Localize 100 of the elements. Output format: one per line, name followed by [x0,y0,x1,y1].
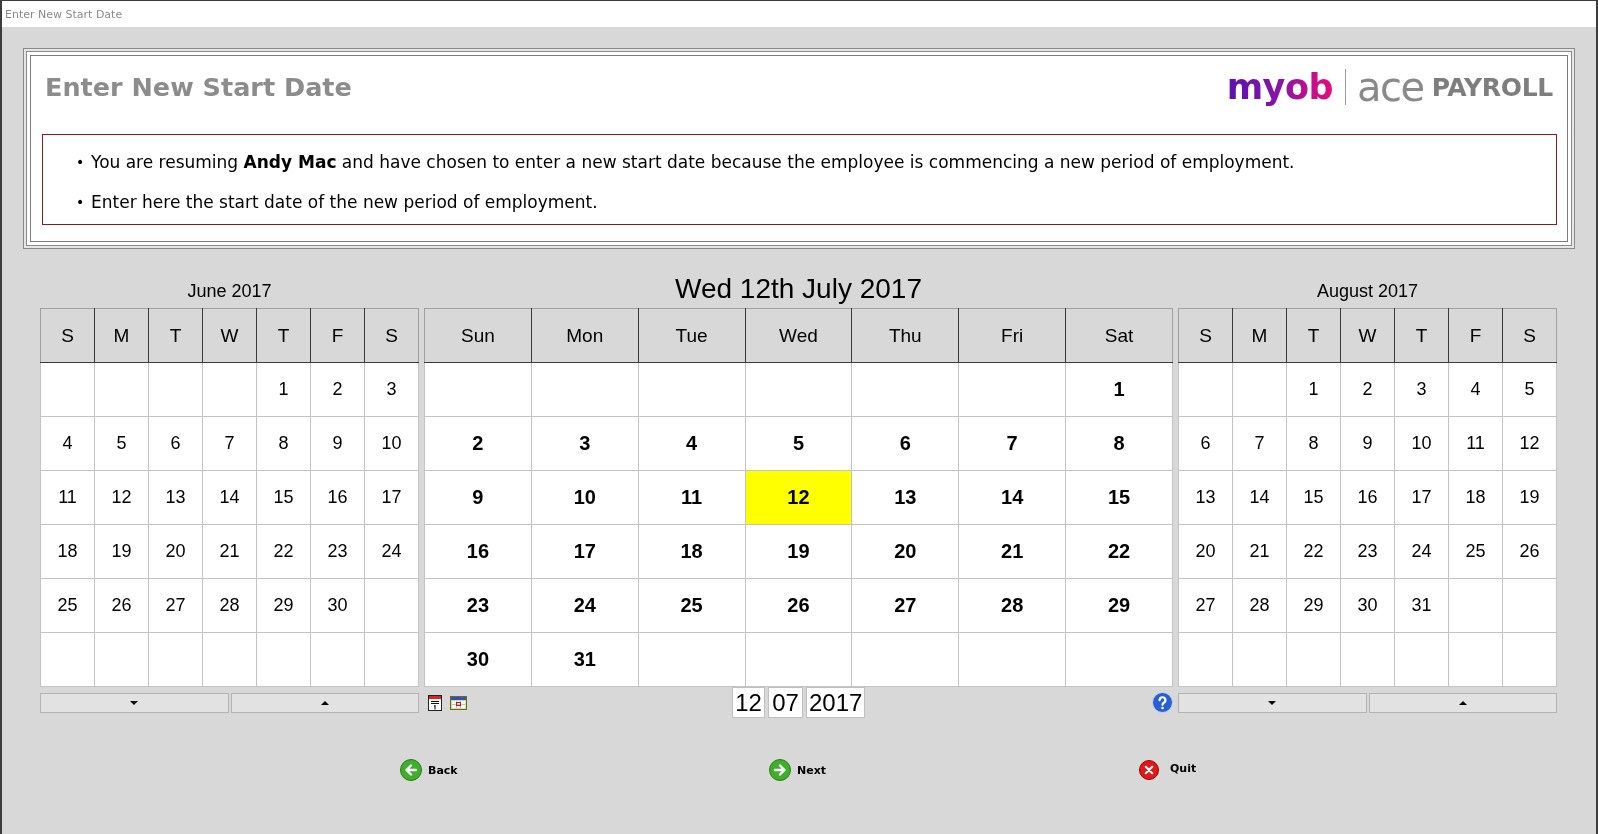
day-cell[interactable]: 28 [958,578,1066,633]
day-cell[interactable]: 25 [638,578,746,633]
month-field[interactable]: 07 [768,687,803,718]
day-cell[interactable]: 15 [1065,470,1173,525]
previous-month-button[interactable] [1178,693,1367,713]
day-cell[interactable]: 30 [1340,578,1395,633]
day-cell[interactable]: 6 [851,416,959,471]
day-cell[interactable]: 19 [94,524,149,579]
day-cell[interactable]: 22 [1286,524,1341,579]
day-cell[interactable]: 4 [1448,362,1503,417]
day-cell[interactable]: 23 [424,578,532,633]
back-button[interactable]: Back [400,758,458,782]
next-month-button[interactable] [1368,693,1557,713]
quit-button[interactable]: Quit [1139,758,1197,782]
day-cell[interactable]: 15 [256,470,311,525]
day-cell[interactable]: 16 [424,524,532,579]
day-cell[interactable]: 21 [202,524,257,579]
calendar-page-icon[interactable] [428,695,442,711]
day-cell[interactable]: 22 [256,524,311,579]
day-cell[interactable]: 24 [1394,524,1449,579]
day-cell[interactable]: 16 [310,470,365,525]
day-cell[interactable]: 1 [1065,362,1173,417]
next-button[interactable]: Next [769,758,827,782]
day-cell[interactable]: 22 [1065,524,1173,579]
day-cell[interactable]: 27 [851,578,959,633]
previous-month-button[interactable] [40,693,229,713]
day-cell[interactable]: 3 [531,416,639,471]
day-cell[interactable]: 31 [1394,578,1449,633]
day-cell[interactable]: 30 [310,578,365,633]
day-cell[interactable]: 5 [745,416,852,471]
day-cell[interactable]: 28 [202,578,257,633]
day-cell[interactable]: 3 [1394,362,1449,417]
day-cell[interactable]: 31 [531,632,639,687]
day-cell[interactable]: 23 [310,524,365,579]
day-cell[interactable]: 7 [202,416,257,471]
day-cell[interactable]: 8 [256,416,311,471]
day-cell[interactable]: 6 [1178,416,1233,471]
selected-day-cell[interactable]: 12 [745,470,852,525]
day-cell[interactable]: 12 [94,470,149,525]
day-cell[interactable]: 10 [364,416,419,471]
day-cell[interactable]: 27 [148,578,203,633]
calendar-icon[interactable] [450,696,467,710]
day-cell[interactable]: 4 [40,416,95,471]
day-cell[interactable]: 9 [424,470,532,525]
day-cell[interactable]: 17 [364,470,419,525]
day-cell[interactable]: 4 [638,416,746,471]
day-cell[interactable]: 20 [851,524,959,579]
day-cell[interactable]: 30 [424,632,532,687]
day-cell[interactable]: 25 [40,578,95,633]
day-cell[interactable]: 14 [202,470,257,525]
day-cell[interactable]: 20 [1178,524,1233,579]
day-cell[interactable]: 29 [256,578,311,633]
day-cell[interactable]: 13 [851,470,959,525]
day-cell[interactable]: 10 [1394,416,1449,471]
day-cell[interactable]: 2 [424,416,532,471]
day-cell[interactable]: 3 [364,362,419,417]
day-cell[interactable]: 21 [1232,524,1287,579]
day-cell[interactable]: 26 [745,578,852,633]
day-cell[interactable]: 17 [1394,470,1449,525]
day-cell[interactable]: 13 [148,470,203,525]
day-cell[interactable]: 16 [1340,470,1395,525]
day-cell[interactable]: 11 [638,470,746,525]
day-cell[interactable]: 21 [958,524,1066,579]
day-cell[interactable]: 1 [256,362,311,417]
day-cell[interactable]: 23 [1340,524,1395,579]
day-cell[interactable]: 6 [148,416,203,471]
day-cell[interactable]: 7 [958,416,1066,471]
day-cell[interactable]: 11 [40,470,95,525]
day-cell[interactable]: 2 [1340,362,1395,417]
day-cell[interactable]: 25 [1448,524,1503,579]
day-cell[interactable]: 9 [1340,416,1395,471]
day-cell[interactable]: 10 [531,470,639,525]
year-field[interactable]: 2017 [806,687,865,718]
day-cell[interactable]: 29 [1286,578,1341,633]
day-cell[interactable]: 19 [1502,470,1557,525]
day-cell[interactable]: 12 [1502,416,1557,471]
day-cell[interactable]: 14 [958,470,1066,525]
day-cell[interactable]: 27 [1178,578,1233,633]
day-cell[interactable]: 28 [1232,578,1287,633]
day-cell[interactable]: 11 [1448,416,1503,471]
day-cell[interactable]: 24 [364,524,419,579]
next-month-button[interactable] [230,693,419,713]
day-cell[interactable]: 8 [1286,416,1341,471]
day-cell[interactable]: 5 [94,416,149,471]
day-cell[interactable]: 26 [94,578,149,633]
day-cell[interactable]: 20 [148,524,203,579]
day-cell[interactable]: 9 [310,416,365,471]
day-cell[interactable]: 7 [1232,416,1287,471]
day-cell[interactable]: 2 [310,362,365,417]
day-cell[interactable]: 18 [638,524,746,579]
day-cell[interactable]: 5 [1502,362,1557,417]
day-cell[interactable]: 17 [531,524,639,579]
day-cell[interactable]: 19 [745,524,852,579]
help-icon[interactable] [1152,692,1173,713]
day-cell[interactable]: 18 [40,524,95,579]
day-cell[interactable]: 8 [1065,416,1173,471]
day-cell[interactable]: 15 [1286,470,1341,525]
day-cell[interactable]: 13 [1178,470,1233,525]
day-cell[interactable]: 26 [1502,524,1557,579]
day-cell[interactable]: 18 [1448,470,1503,525]
